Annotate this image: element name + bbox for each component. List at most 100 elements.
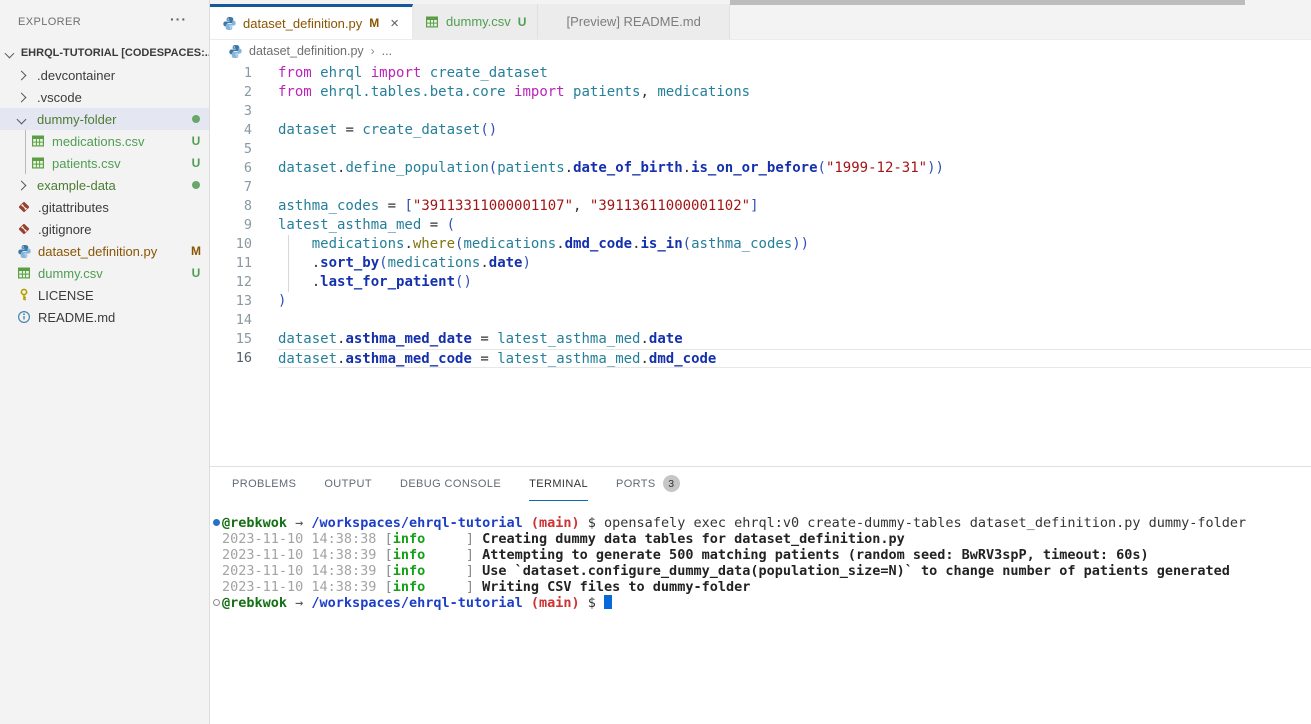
code-line[interactable]: 3 xyxy=(210,102,1311,121)
tree-item-label: patients.csv xyxy=(52,156,183,171)
terminal[interactable]: @rebkwok → /workspaces/ehrql-tutorial (m… xyxy=(210,515,1311,611)
panel-tabs: PROBLEMS OUTPUT DEBUG CONSOLE TERMINAL PORTS… xyxy=(210,467,1311,501)
code-line[interactable]: 10 medications.where(medications.dmd_cod… xyxy=(210,235,1311,254)
terminal-log-line: 2023-11-10 14:38:39 [info ] Attempting t… xyxy=(210,547,1311,563)
explorer-actions-icon[interactable]: ··· xyxy=(170,11,187,27)
code-line[interactable]: 11 .sort_by(medications.date) xyxy=(210,254,1311,273)
token: from xyxy=(278,84,312,100)
breadcrumb-more[interactable]: ... xyxy=(382,44,392,58)
tree-item-label: medications.csv xyxy=(52,134,183,149)
code-line[interactable]: 4dataset = create_dataset() xyxy=(210,121,1311,140)
code-line[interactable]: 1from ehrql import create_dataset xyxy=(210,64,1311,83)
git-status-badge: M xyxy=(183,244,209,258)
git-icon xyxy=(16,221,32,237)
code-editor[interactable]: 1from ehrql import create_dataset2from e… xyxy=(210,62,1311,466)
token: where xyxy=(413,236,455,252)
token xyxy=(565,84,573,100)
log-timestamp: 2023-11-10 14:38:39 xyxy=(222,547,385,563)
explorer-header: EXPLORER ··· xyxy=(0,0,209,38)
token: dataset xyxy=(278,331,337,347)
close-icon[interactable]: × xyxy=(388,16,401,31)
terminal-log-line: 2023-11-10 14:38:39 [info ] Writing CSV … xyxy=(210,579,1311,595)
line-content: dataset.asthma_med_date = latest_asthma_… xyxy=(278,330,1311,349)
token: import xyxy=(514,84,565,100)
tab-dummy-csv[interactable]: dummy.csvU xyxy=(413,4,538,39)
token: from xyxy=(278,65,312,81)
code-line[interactable]: 12 .last_for_patient() xyxy=(210,273,1311,292)
code-line[interactable]: 2from ehrql.tables.beta.core import pati… xyxy=(210,83,1311,102)
license-icon xyxy=(16,287,32,303)
log-level: info xyxy=(393,563,426,579)
token: asthma_med_date xyxy=(345,331,471,347)
tabbar-scrollbar-thumb[interactable] xyxy=(730,0,1245,5)
token xyxy=(312,65,320,81)
tree-item[interactable]: example-data xyxy=(0,174,209,196)
log-timestamp: 2023-11-10 14:38:38 xyxy=(222,531,385,547)
line-number: 3 xyxy=(210,102,252,121)
line-number: 11 xyxy=(210,254,252,273)
token: is_on_or_before xyxy=(691,160,817,176)
panel-tab-output[interactable]: OUTPUT xyxy=(324,467,372,501)
token: asthma_codes xyxy=(691,236,792,252)
panel-tab-debug-console[interactable]: DEBUG CONSOLE xyxy=(400,467,501,501)
tab-dirty-badge: U xyxy=(518,15,527,29)
panel-tab-ports[interactable]: PORTS3 xyxy=(616,467,680,501)
breadcrumb-file[interactable]: dataset_definition.py xyxy=(249,44,364,58)
tree-item[interactable]: .gitignore xyxy=(0,218,209,240)
log-bracket: [ xyxy=(385,547,393,563)
code-line[interactable]: 9latest_asthma_med = ( xyxy=(210,216,1311,235)
log-bracket: [ xyxy=(385,579,393,595)
tree-indent-guide xyxy=(25,130,26,174)
token: ] xyxy=(750,198,758,214)
code-line[interactable]: 14 xyxy=(210,311,1311,330)
log-bracket: [ xyxy=(385,531,393,547)
tree-item[interactable]: dummy.csvU xyxy=(0,262,209,284)
code-line[interactable]: 5 xyxy=(210,140,1311,159)
tree-root-folder[interactable]: EHRQL-TUTORIAL [CODESPACES:... xyxy=(0,42,209,64)
tree-item[interactable]: dataset_definition.pyM xyxy=(0,240,209,262)
code-line[interactable]: 6dataset.define_population(patients.date… xyxy=(210,159,1311,178)
csv-icon xyxy=(30,133,46,149)
tree-item[interactable]: .gitattributes xyxy=(0,196,209,218)
token: create_dataset xyxy=(362,122,480,138)
token: date xyxy=(649,331,683,347)
tree-item-label: dataset_definition.py xyxy=(38,244,183,259)
tree-item[interactable]: dummy-folder xyxy=(0,108,209,130)
code-line[interactable]: 13) xyxy=(210,292,1311,311)
python-icon xyxy=(16,243,32,259)
ports-count-badge: 3 xyxy=(663,475,680,492)
token: date_of_birth xyxy=(573,160,683,176)
tree-item[interactable]: patients.csvU xyxy=(0,152,209,174)
tab--preview-readme-md[interactable]: [Preview] README.md xyxy=(538,4,729,39)
tree-item[interactable]: README.md xyxy=(0,306,209,328)
panel-tab-terminal[interactable]: TERMINAL xyxy=(529,467,588,501)
tab-dataset-definition-py[interactable]: dataset_definition.pyM× xyxy=(210,4,413,39)
chevron-right-icon xyxy=(17,92,27,102)
terminal-prompt-line: @rebkwok → /workspaces/ehrql-tutorial (m… xyxy=(210,515,1311,531)
line-number: 14 xyxy=(210,311,252,330)
code-line[interactable]: 16dataset.asthma_med_code = latest_asthm… xyxy=(210,349,1311,368)
token: "39113311000001107" xyxy=(413,198,573,214)
token: define_population xyxy=(345,160,488,176)
terminal-log-line: 2023-11-10 14:38:38 [info ] Creating dum… xyxy=(210,531,1311,547)
code-line[interactable]: 7 xyxy=(210,178,1311,197)
token: is_in xyxy=(641,236,683,252)
tab-label: [Preview] README.md xyxy=(566,14,700,29)
token: medications xyxy=(312,236,405,252)
token: create_dataset xyxy=(430,65,548,81)
token: "1999-12-31" xyxy=(826,160,927,176)
token: patients xyxy=(573,84,640,100)
tree-item[interactable]: .devcontainer xyxy=(0,64,209,86)
info-icon xyxy=(16,309,32,325)
code-line[interactable]: 8asthma_codes = ["39113311000001107", "3… xyxy=(210,197,1311,216)
token: ehrql xyxy=(320,65,362,81)
tree-item[interactable]: LICENSE xyxy=(0,284,209,306)
code-line[interactable]: 15dataset.asthma_med_date = latest_asthm… xyxy=(210,330,1311,349)
line-content: dataset.asthma_med_code = latest_asthma_… xyxy=(278,349,1311,368)
python-icon xyxy=(221,15,237,31)
panel-tab-problems[interactable]: PROBLEMS xyxy=(232,467,296,501)
python-icon xyxy=(227,43,243,59)
code-content: 1from ehrql import create_dataset2from e… xyxy=(210,64,1311,368)
tree-item[interactable]: .vscode xyxy=(0,86,209,108)
tree-item[interactable]: medications.csvU xyxy=(0,130,209,152)
